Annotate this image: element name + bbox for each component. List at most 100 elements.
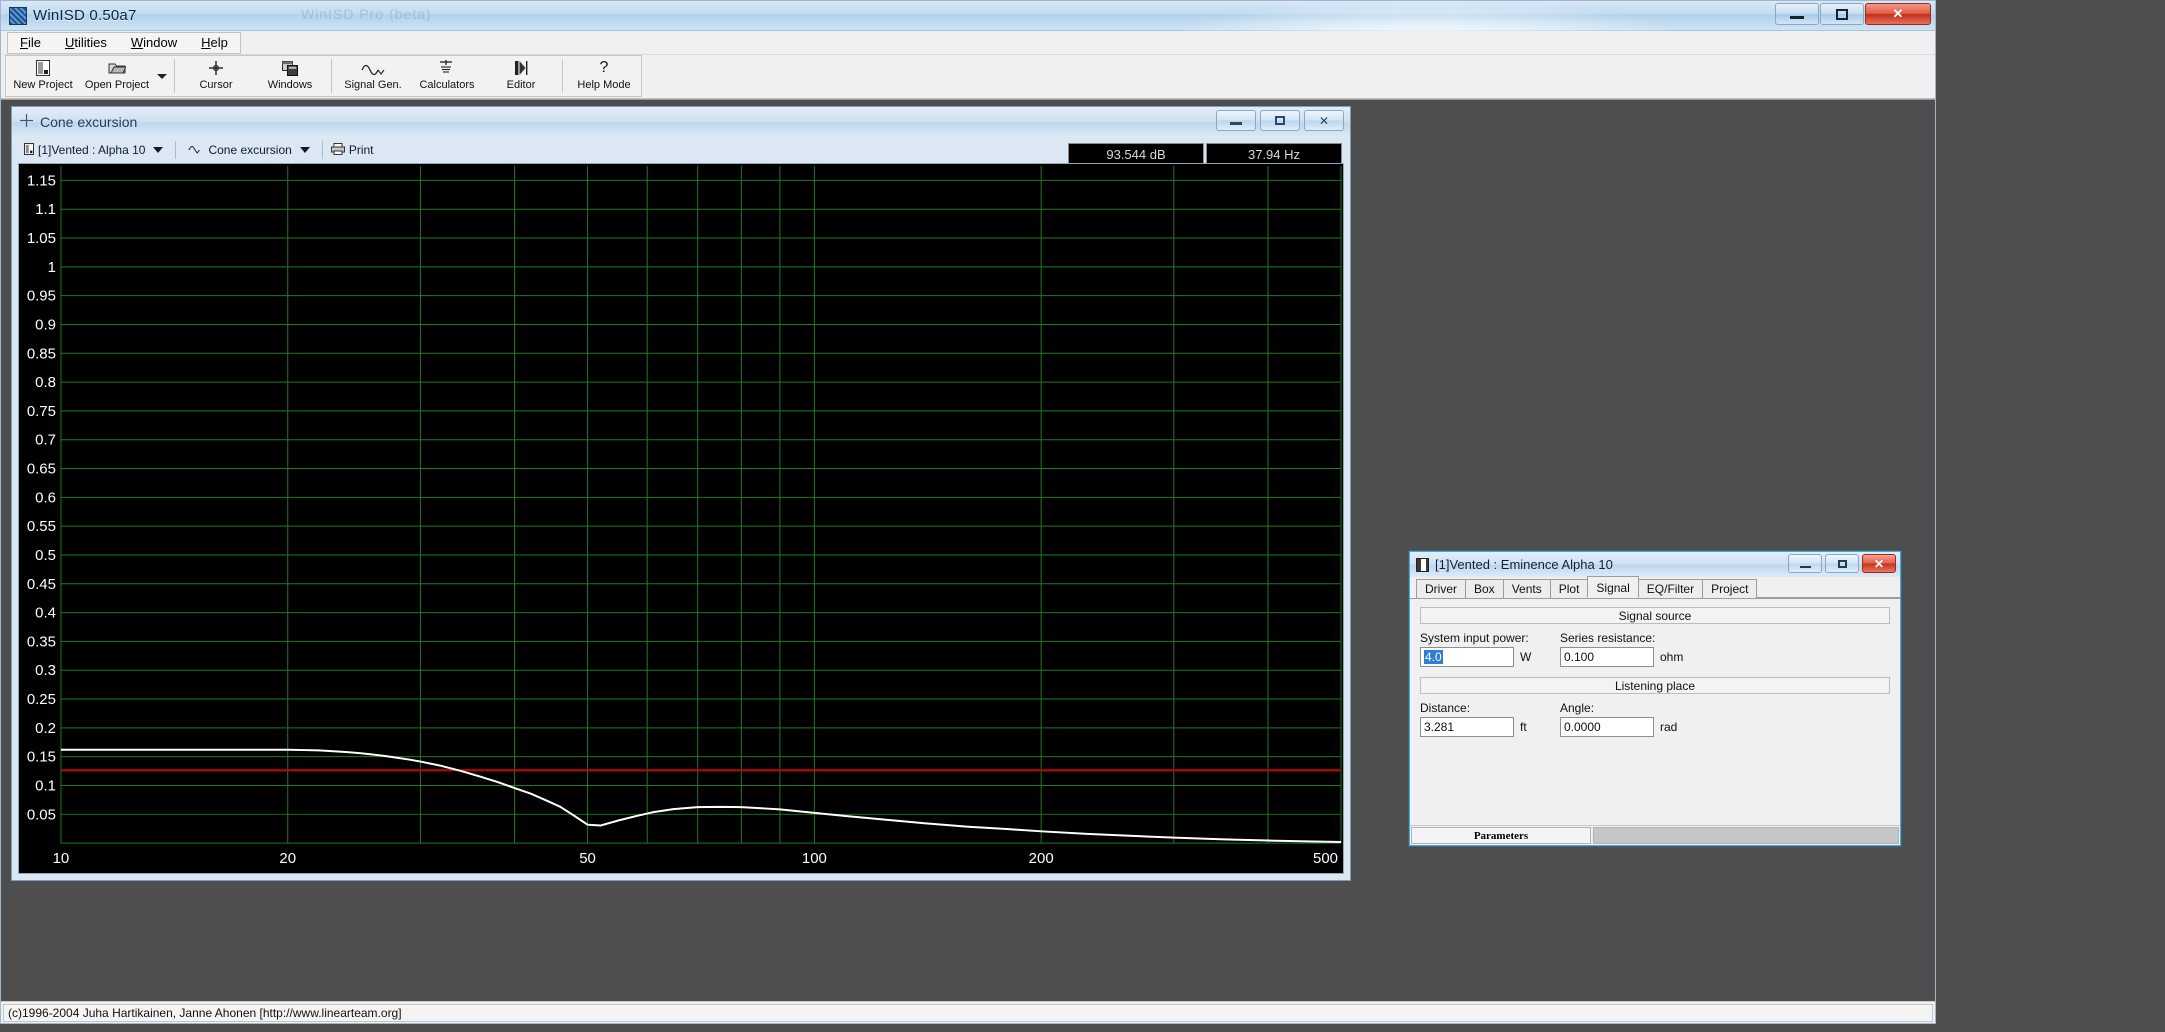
tab-signal[interactable]: Signal xyxy=(1587,576,1638,598)
cursor-crosshair-icon xyxy=(208,59,224,77)
status-filler-pane xyxy=(1593,827,1899,844)
new-project-button[interactable]: New Project xyxy=(6,56,80,96)
svg-text:1: 1 xyxy=(48,259,56,276)
minimize-icon xyxy=(1230,122,1242,125)
menu-item-utilities[interactable]: Utilities xyxy=(53,33,119,53)
cone-excursion-window: Cone excursion ✕ xyxy=(11,106,1351,881)
svg-text:0.85: 0.85 xyxy=(27,345,56,362)
maximize-icon xyxy=(1275,116,1285,125)
properties-minimize-button[interactable] xyxy=(1788,554,1822,573)
print-button[interactable]: Print xyxy=(331,143,374,158)
toolbar-frame: New Project Open Project xyxy=(5,55,642,97)
system-input-power-label: System input power: xyxy=(1420,631,1548,645)
angle-row: 0.0000 rad xyxy=(1560,717,1730,737)
angle-value: 0.0000 xyxy=(1564,720,1601,734)
tab-box[interactable]: Box xyxy=(1465,579,1504,598)
project-select-label: [1]Vented : Alpha 10 xyxy=(38,143,145,157)
close-icon: ✕ xyxy=(1319,114,1329,128)
project-select[interactable]: [1]Vented : Alpha 10 xyxy=(20,139,167,161)
signal-gen-label: Signal Gen. xyxy=(344,79,401,91)
plot-svg[interactable]: 1.151.11.0510.950.90.850.80.750.70.650.6… xyxy=(19,164,1343,873)
chevron-down-icon xyxy=(300,147,310,153)
system-input-power-input[interactable]: 4.0 xyxy=(1420,647,1514,667)
wave-icon xyxy=(188,143,204,157)
signal-gen-button[interactable]: Signal Gen. xyxy=(336,56,410,96)
svg-text:0.6: 0.6 xyxy=(35,489,56,506)
close-icon: ✕ xyxy=(1874,557,1884,571)
angle-input[interactable]: 0.0000 xyxy=(1560,717,1654,737)
tab-strip-filler xyxy=(1756,577,1900,598)
menu-item-file[interactable]: File xyxy=(8,33,53,53)
series-resistance-value: 0.100 xyxy=(1564,650,1594,664)
svg-text:0.4: 0.4 xyxy=(35,605,56,622)
listening-place-group-header: Listening place xyxy=(1420,677,1890,694)
tab-project[interactable]: Project xyxy=(1702,579,1757,598)
signal-wave-icon xyxy=(361,59,385,77)
new-project-icon xyxy=(36,59,50,77)
svg-text:50: 50 xyxy=(579,850,596,867)
restore-button[interactable] xyxy=(1820,3,1864,25)
calculators-button[interactable]: Calculators xyxy=(410,56,484,96)
tab-driver[interactable]: Driver xyxy=(1416,579,1466,598)
series-resistance-input[interactable]: 0.100 xyxy=(1560,647,1654,667)
svg-text:0.95: 0.95 xyxy=(27,288,56,305)
toolbar-separator-1 xyxy=(174,59,175,93)
properties-close-button[interactable]: ✕ xyxy=(1862,554,1896,573)
mdi-client-area: Cone excursion ✕ xyxy=(1,99,1935,1001)
svg-text:0.35: 0.35 xyxy=(27,633,56,650)
chart-maximize-button[interactable] xyxy=(1260,110,1300,131)
printer-icon xyxy=(331,143,345,158)
close-icon: ✕ xyxy=(1893,6,1904,22)
minimize-button[interactable] xyxy=(1775,3,1819,25)
plot-area[interactable]: 1.151.11.0510.950.90.850.80.750.70.650.6… xyxy=(18,163,1344,874)
menu-item-window-label: indow xyxy=(143,35,177,50)
help-mode-button[interactable]: ? Help Mode xyxy=(567,56,641,96)
window-controls: ✕ xyxy=(1775,3,1931,25)
frequency-readout: 37.94 Hz xyxy=(1206,143,1342,165)
restore-icon xyxy=(1836,9,1848,20)
system-input-power-field: System input power: 4.0 W xyxy=(1420,631,1548,667)
menu-bar: File Utilities Window Help xyxy=(1,31,1935,55)
main-status-bar: (c)1996-2004 Juha Hartikainen, Janne Aho… xyxy=(1,1001,1935,1023)
menu-item-utilities-label: tilities xyxy=(74,35,107,50)
distance-label: Distance: xyxy=(1420,701,1548,715)
close-button[interactable]: ✕ xyxy=(1865,3,1931,25)
angle-label: Angle: xyxy=(1560,701,1730,715)
distance-row: 3.281 ft xyxy=(1420,717,1548,737)
main-application-window: WinISD 0.50a7 WinISD Pro (beta) ✕ File U… xyxy=(0,0,1936,1024)
menu-frame: File Utilities Window Help xyxy=(7,32,241,54)
help-mode-label: Help Mode xyxy=(577,79,630,91)
angle-field: Angle: 0.0000 rad xyxy=(1560,701,1730,737)
svg-text:0.8: 0.8 xyxy=(35,374,56,391)
tab-plot[interactable]: Plot xyxy=(1550,579,1589,598)
chart-minimize-button[interactable] xyxy=(1216,110,1256,131)
toolbar-group-help: ? Help Mode xyxy=(567,56,641,96)
new-project-label: New Project xyxy=(13,79,72,91)
tab-vents[interactable]: Vents xyxy=(1503,579,1551,598)
series-resistance-label: Series resistance: xyxy=(1560,631,1730,645)
main-toolbar: New Project Open Project xyxy=(1,55,1935,99)
chart-close-button[interactable]: ✕ xyxy=(1304,110,1344,131)
open-project-button[interactable]: Open Project xyxy=(80,56,154,96)
chevron-down-icon xyxy=(153,147,163,153)
open-project-dropdown-button[interactable] xyxy=(154,56,170,96)
parameters-status-pane[interactable]: Parameters xyxy=(1411,827,1591,844)
plot-type-select[interactable]: Cone excursion xyxy=(184,139,313,161)
editor-button[interactable]: Editor xyxy=(484,56,558,96)
chart-title-bar: Cone excursion ✕ xyxy=(12,107,1350,137)
cursor-button[interactable]: Cursor xyxy=(179,56,253,96)
distance-input[interactable]: 3.281 xyxy=(1420,717,1514,737)
angle-unit: rad xyxy=(1660,720,1677,734)
distance-field: Distance: 3.281 ft xyxy=(1420,701,1548,737)
svg-text:0.05: 0.05 xyxy=(27,806,56,823)
windows-button[interactable]: Windows xyxy=(253,56,327,96)
system-input-power-unit: W xyxy=(1520,650,1531,664)
svg-text:0.9: 0.9 xyxy=(35,316,56,333)
tab-eq-filter[interactable]: EQ/Filter xyxy=(1638,579,1703,598)
menu-item-help[interactable]: Help xyxy=(189,33,240,53)
svg-text:500: 500 xyxy=(1313,850,1338,867)
menu-item-window[interactable]: Window xyxy=(119,33,189,53)
svg-text:1.05: 1.05 xyxy=(27,230,56,247)
open-project-icon xyxy=(108,59,126,77)
properties-maximize-button[interactable] xyxy=(1825,554,1859,573)
